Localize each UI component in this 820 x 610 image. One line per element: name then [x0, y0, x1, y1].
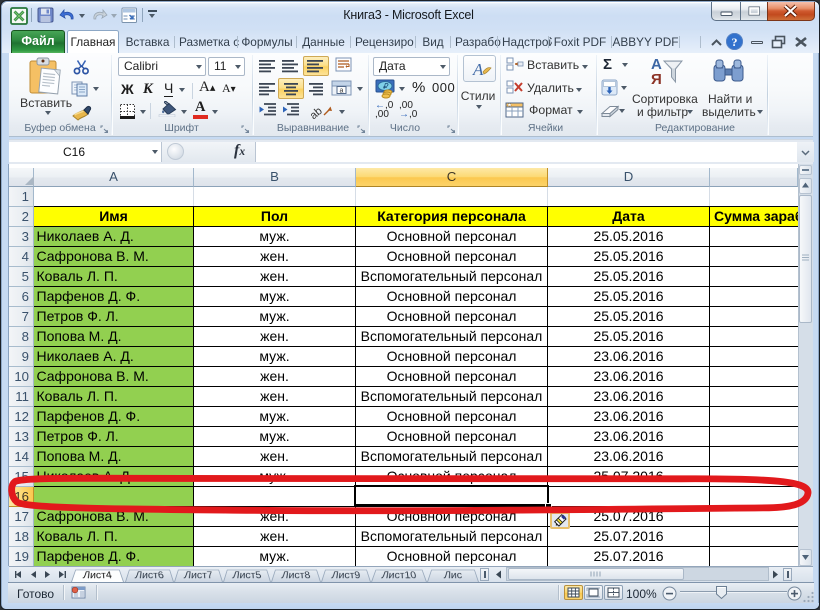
svg-text:Я: Я	[651, 71, 662, 86]
svg-text:ab: ab	[310, 105, 325, 121]
svg-text:a: a	[340, 88, 344, 95]
svg-text:?: ?	[732, 35, 738, 49]
svg-text:A: A	[472, 60, 484, 79]
